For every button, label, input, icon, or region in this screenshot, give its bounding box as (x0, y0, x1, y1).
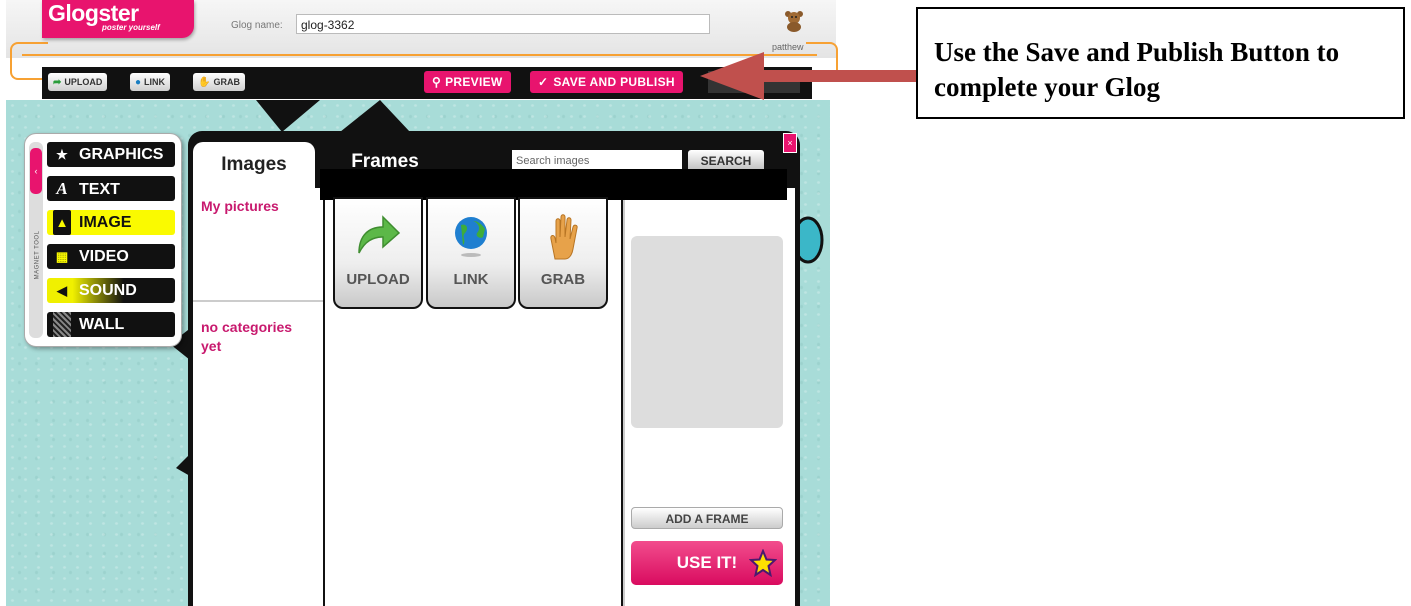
tab-images[interactable]: Images (193, 142, 315, 188)
magnet-tool[interactable]: ‹ MAGNET TOOL (29, 142, 43, 338)
film-icon: ▦ (55, 249, 69, 264)
magnet-toggle-arrow-icon[interactable]: ‹ (30, 148, 42, 194)
star-icon: ★ (56, 147, 68, 162)
frame-preview-box (631, 236, 783, 428)
sidebar-item-label: WALL (79, 316, 125, 333)
sidebar-item-label: GRAPHICS (79, 146, 164, 163)
image-icon: ▲ (53, 210, 71, 235)
sidebar-item-label: IMAGE (79, 214, 132, 231)
tool-sidebar: ‹ MAGNET TOOL ★ GRAPHICS A TEXT ▲ IMAGE ▦ VI… (24, 133, 182, 347)
source-link-label: LINK (453, 271, 489, 288)
canvas-triangle-shape (340, 100, 410, 132)
category-empty-text: no categories yet (201, 319, 293, 354)
callout-arrow-shaft (760, 70, 918, 82)
magnet-tool-label: MAGNET TOOL (34, 230, 41, 280)
sidebar-item-image[interactable]: ▲ IMAGE (47, 210, 175, 235)
instruction-callout: Use the Save and Publish Button to compl… (916, 7, 1405, 119)
speaker-icon: ◀ (57, 283, 67, 298)
wall-icon: ▨ (53, 312, 71, 337)
star-icon (748, 548, 778, 594)
canvas-triangle-shape (256, 100, 320, 132)
category-my-pictures[interactable]: My pictures (201, 198, 279, 214)
source-link-button[interactable]: LINK (426, 197, 516, 309)
text-a-icon: A (56, 179, 68, 198)
add-a-frame-button[interactable]: ADD A FRAME (631, 507, 783, 529)
sidebar-item-label: VIDEO (79, 248, 129, 265)
redacted-bar (320, 169, 787, 200)
sidebar-item-graphics[interactable]: ★ GRAPHICS (47, 142, 175, 167)
sidebar-item-video[interactable]: ▦ VIDEO (47, 244, 175, 269)
category-list (193, 188, 323, 606)
sidebar-item-sound[interactable]: ◀ SOUND (47, 278, 175, 303)
source-grab-button[interactable]: GRAB (518, 197, 608, 309)
sidebar-item-wall[interactable]: ▨ WALL (47, 312, 175, 337)
sidebar-item-label: TEXT (79, 181, 120, 198)
globe-icon (428, 213, 514, 264)
source-upload-label: UPLOAD (346, 271, 410, 288)
source-grab-label: GRAB (540, 271, 586, 288)
sidebar-item-label: SOUND (79, 282, 137, 299)
hand-icon (520, 213, 606, 268)
close-icon[interactable]: × (783, 133, 797, 153)
green-arrow-icon (335, 213, 421, 262)
sidebar-item-text[interactable]: A TEXT (47, 176, 175, 201)
callout-arrow-head-icon (700, 52, 764, 100)
source-upload-button[interactable]: UPLOAD (333, 197, 423, 309)
use-it-label: USE IT! (676, 553, 738, 572)
category-divider (193, 300, 323, 302)
use-it-button[interactable]: USE IT! (631, 541, 783, 585)
